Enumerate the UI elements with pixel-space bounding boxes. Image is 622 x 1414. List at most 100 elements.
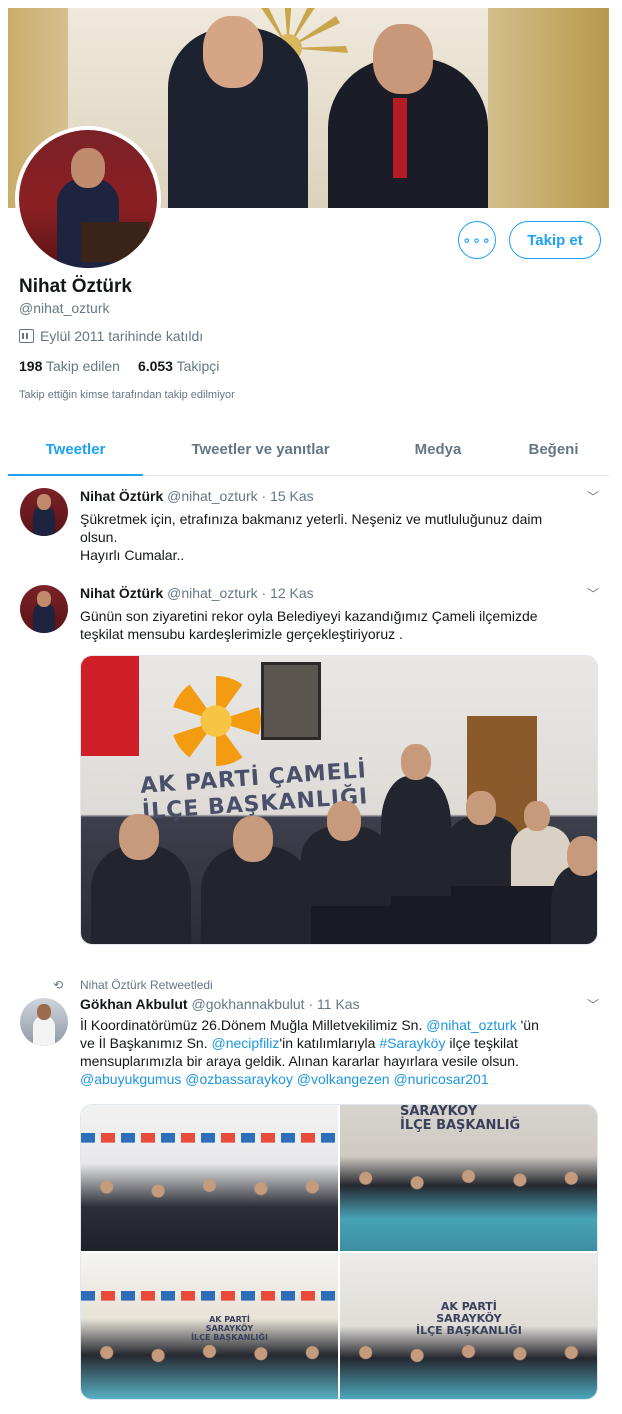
tweet-avatar-head <box>37 494 51 510</box>
photo-face <box>119 814 159 860</box>
followers-count: 6.053 <box>137 358 173 374</box>
photo-sign-line: SARAYKÖY <box>205 1324 254 1333</box>
photo-bunting <box>81 1133 338 1143</box>
banner-tie <box>393 98 407 178</box>
follow-counts: 198 Takip edilen 6.053 Takipçi <box>19 358 219 374</box>
photo-portrait <box>261 662 321 740</box>
photo-person <box>446 816 521 886</box>
profile-avatar[interactable] <box>15 126 161 272</box>
photo-face <box>233 816 273 862</box>
photo-person <box>551 866 597 944</box>
tweet-text: Günün son ziyaretini rekor oyla Belediye… <box>80 607 590 643</box>
followers-link[interactable]: 6.053 Takipçi <box>138 358 219 374</box>
tweet-handle[interactable]: @nihat_ozturk <box>167 488 257 504</box>
tweet-text-segment: ilçe teşkilat <box>445 1035 518 1051</box>
photo-sign-line: AK PARTİ <box>209 1315 250 1324</box>
chevron-down-icon[interactable]: ﹀ <box>587 585 599 602</box>
tab-tweets-and-replies[interactable]: Tweetler ve yanıtlar <box>143 424 378 475</box>
tweet-text: Şükretmek için, etrafınıza bakmanız yete… <box>80 510 590 564</box>
photo-crowd <box>340 1340 597 1399</box>
tweet-photo[interactable]: AK PARTİ SARAYKÖY İLÇE BAŞKANLIĞI <box>340 1253 597 1399</box>
photo-person <box>91 846 191 944</box>
photo-crowd <box>81 1340 338 1399</box>
followed-by-notice: Takip ettiğin kimse tarafından takip edi… <box>19 389 235 401</box>
profile-name: Nihat Öztürk <box>19 276 132 297</box>
more-icon: ∘∘∘ <box>462 231 492 248</box>
tweet-avatar-body <box>33 506 55 536</box>
joined-text: Eylül 2011 tarihinde katıldı <box>40 328 204 344</box>
tweet-1[interactable]: Nihat Öztürk @nihat_ozturk · 15 Kas ﹀ Şü… <box>8 486 609 574</box>
tweet-avatar[interactable] <box>20 585 68 633</box>
tweet-author[interactable]: Nihat Öztürk <box>80 585 163 601</box>
tweet-avatar[interactable] <box>20 488 68 536</box>
banner-face-right <box>373 24 433 94</box>
tweet-avatar-head <box>37 591 51 607</box>
following-count: 198 <box>19 358 43 374</box>
photo-sign: AK PARTİ SARAYKÖY İLÇE BAŞKANLIĞI <box>191 1315 268 1342</box>
mentions-line[interactable]: @abuyukgumus @ozbassaraykoy @volkangezen… <box>80 1070 590 1088</box>
avatar-podium <box>81 222 149 262</box>
tab-media[interactable]: Medya <box>378 424 498 475</box>
photo-flag <box>81 656 139 756</box>
tweet-photo[interactable] <box>81 1105 338 1251</box>
tweet-date[interactable]: 15 Kas <box>270 488 314 504</box>
photo-sign-line: İLÇE BAŞKANLIĞI <box>416 1324 522 1337</box>
retweet-indicator: ⟲ Nihat Öztürk Retweetledi <box>8 977 609 993</box>
follow-button[interactable]: Takip et <box>509 221 601 259</box>
photo-face <box>567 836 597 876</box>
joined-date: Eylül 2011 tarihinde katıldı <box>19 328 203 344</box>
tweet-2[interactable]: Nihat Öztürk @nihat_ozturk · 12 Kas ﹀ Gü… <box>8 585 609 950</box>
tweet-text: İl Koordinatörümüz 26.Dönem Muğla Millet… <box>80 1016 590 1088</box>
photo-person <box>381 776 451 896</box>
following-link[interactable]: 198 Takip edilen <box>19 358 120 374</box>
tweet-date[interactable]: 12 Kas <box>270 585 314 601</box>
tweet-3[interactable]: Gökhan Akbulut @gokhannakbulut · 11 Kas … <box>8 996 609 1406</box>
tweet-photo[interactable]: AK PARTİ ÇAMELİ İLÇE BAŞKANLIĞI <box>80 655 598 945</box>
tweet-header: Nihat Öztürk @nihat_ozturk · 15 Kas <box>80 488 314 504</box>
tweet-text-line: mensuplarımızla bir araya geldik. Alınan… <box>80 1053 519 1069</box>
more-options-button[interactable]: ∘∘∘ <box>458 221 496 259</box>
photo-crowd <box>340 1160 597 1251</box>
tweet-text-segment: 'in katılımlarıyla <box>279 1035 380 1051</box>
followers-label: Takipçi <box>176 358 220 374</box>
tweet-text-segment: İl Koordinatörümüz 26.Dönem Muğla Millet… <box>80 1017 427 1033</box>
tweet-text-segment: ve İl Başkanımız Sn. <box>80 1035 212 1051</box>
photo-face <box>401 744 431 780</box>
banner-face-left <box>203 16 263 88</box>
tweet-author[interactable]: Nihat Öztürk <box>80 488 163 504</box>
mention-link[interactable]: @nihat_ozturk <box>426 1017 516 1033</box>
retweet-label[interactable]: Nihat Öztürk Retweetledi <box>80 978 213 992</box>
tab-tweets[interactable]: Tweetler <box>8 424 143 476</box>
tweet-text-line: teşkilat mensubu kardeşlerimizle gerçekl… <box>80 626 403 642</box>
photo-crowd <box>81 1170 338 1251</box>
following-label: Takip edilen <box>46 358 120 374</box>
tweet-handle[interactable]: @gokhannakbulut <box>191 996 304 1012</box>
retweet-icon: ⟲ <box>53 978 64 992</box>
tweet-avatar-head <box>37 1004 51 1020</box>
tweet-text-line: Hayırlı Cumalar.. <box>80 547 185 563</box>
tweet-photo[interactable]: SARAYKÖY İLÇE BAŞKANLIĞ <box>340 1105 597 1251</box>
tweet-header: Nihat Öztürk @nihat_ozturk · 12 Kas <box>80 585 314 601</box>
tweet-text-line: Şükretmek için, etrafınıza bakmanız yete… <box>80 511 543 527</box>
hashtag-link[interactable]: #Sarayköy <box>379 1035 445 1051</box>
photo-party-logo <box>171 676 261 766</box>
tweet-text-segment: 'ün <box>516 1017 539 1033</box>
profile-handle: @nihat_ozturk <box>19 300 110 316</box>
photo-face <box>466 791 496 825</box>
chevron-down-icon[interactable]: ﹀ <box>587 488 599 505</box>
tweet-avatar[interactable] <box>20 998 68 1046</box>
mention-link[interactable]: @necipfiliz <box>212 1035 280 1051</box>
photo-sign-line: SARAYKÖY <box>400 1105 478 1119</box>
chevron-down-icon[interactable]: ﹀ <box>587 996 599 1013</box>
tweet-photo-grid: SARAYKÖY İLÇE BAŞKANLIĞ AK PARTİ SARAYKÖ… <box>80 1104 598 1400</box>
tab-likes[interactable]: Beğeni <box>498 424 609 475</box>
tweet-author[interactable]: Gökhan Akbulut <box>80 996 188 1012</box>
tweet-photo[interactable]: AK PARTİ SARAYKÖY İLÇE BAŞKANLIĞI <box>81 1253 338 1399</box>
photo-sign: AK PARTİ SARAYKÖY İLÇE BAŞKANLIĞI <box>416 1301 522 1337</box>
avatar-head <box>71 148 105 188</box>
tweet-date[interactable]: 11 Kas <box>317 996 360 1012</box>
tweet-avatar-body <box>33 1016 55 1046</box>
tweet-handle[interactable]: @nihat_ozturk <box>167 585 257 601</box>
tweet-text-line: ve İl Başkanımız Sn. @necipfiliz'in katı… <box>80 1034 590 1052</box>
tweet-text-line: İl Koordinatörümüz 26.Dönem Muğla Millet… <box>80 1016 590 1034</box>
